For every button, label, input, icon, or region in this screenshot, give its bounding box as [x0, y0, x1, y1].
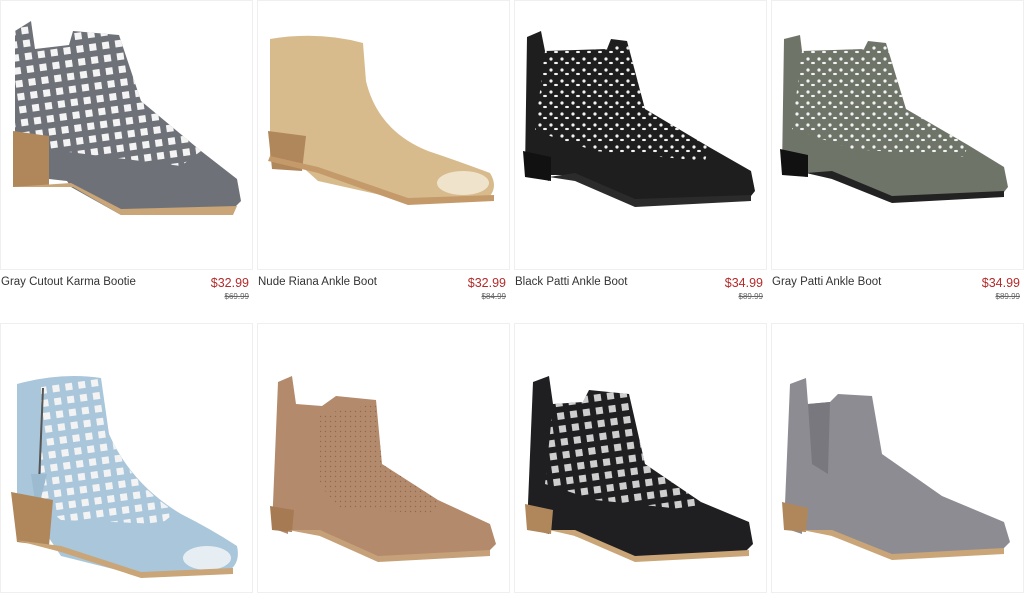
boot-illustration	[270, 376, 496, 562]
boot-illustration	[11, 376, 238, 578]
original-price: $69.99	[224, 292, 249, 301]
product-image[interactable]	[0, 323, 253, 593]
sale-price: $34.99	[724, 276, 763, 290]
original-price: $89.99	[738, 292, 763, 301]
boot-illustration	[268, 35, 494, 205]
product-image[interactable]	[771, 0, 1024, 270]
product-image[interactable]	[771, 323, 1024, 593]
product-name[interactable]: Black Patti Ankle Boot	[515, 276, 628, 288]
product-image[interactable]	[257, 323, 510, 593]
product-grid: Gray Cutout Karma Bootie $32.99 $69.99 N…	[0, 0, 1024, 607]
product-image[interactable]	[257, 0, 510, 270]
boot-illustration	[11, 21, 241, 215]
sale-price: $32.99	[467, 276, 506, 290]
boot-illustration	[780, 35, 1008, 203]
product-image[interactable]	[514, 0, 767, 270]
sale-price: $34.99	[981, 276, 1020, 290]
product-name[interactable]: Nude Riana Ankle Boot	[258, 276, 377, 288]
original-price: $84.99	[481, 292, 506, 301]
product-name[interactable]: Gray Cutout Karma Bootie	[1, 276, 136, 288]
product-image[interactable]	[514, 323, 767, 593]
original-price: $89.99	[995, 292, 1020, 301]
product-image[interactable]	[0, 0, 253, 270]
product-name[interactable]: Gray Patti Ankle Boot	[772, 276, 881, 288]
boot-illustration	[525, 376, 753, 562]
boot-illustration	[782, 378, 1010, 560]
sale-price: $32.99	[210, 276, 249, 290]
boot-illustration	[523, 31, 755, 207]
